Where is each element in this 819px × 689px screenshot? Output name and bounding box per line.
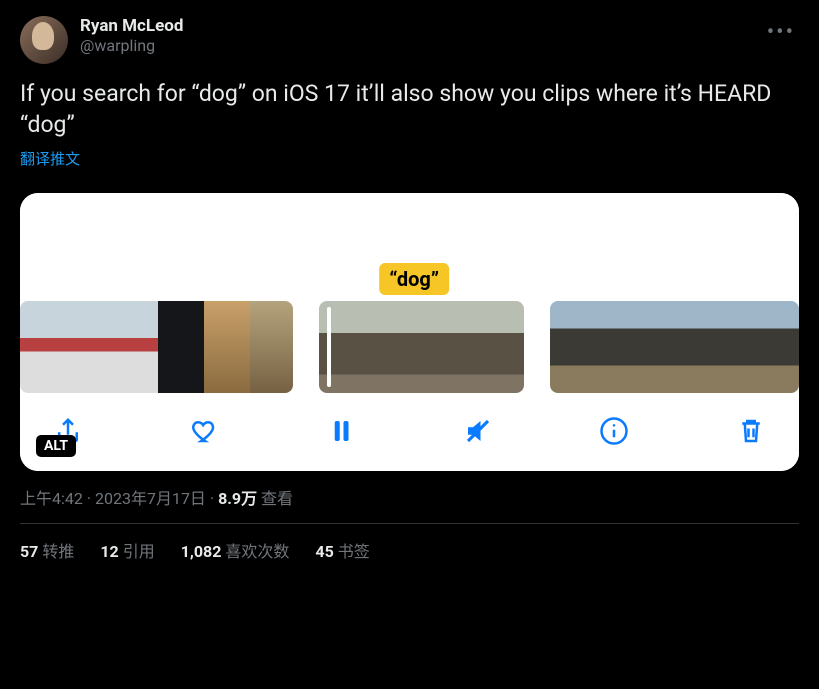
tweet-meta: 上午4:42 · 2023年7月17日 · 8.9万 查看 (20, 485, 799, 524)
retweets-stat[interactable]: 57转推 (20, 538, 74, 562)
clip-group[interactable] (20, 301, 293, 393)
views-label: 查看 (257, 489, 293, 508)
clip-thumb (760, 301, 799, 393)
tweet-header: Ryan McLeod @warpling ••• (20, 16, 799, 64)
media-card[interactable]: “dog” (20, 193, 799, 471)
clip-group[interactable] (550, 301, 799, 393)
quotes-stat[interactable]: 12引用 (100, 538, 154, 562)
media-preview-top: “dog” (20, 193, 799, 301)
mute-icon[interactable] (460, 413, 496, 449)
clip-thumb (475, 301, 524, 393)
handle: @warpling (80, 36, 751, 55)
clip-thumb (718, 301, 760, 393)
tweet-date[interactable]: 2023年7月17日 (95, 489, 206, 508)
clip-thumb (592, 301, 634, 393)
media-toolbar (20, 393, 799, 471)
likes-stat[interactable]: 1,082喜欢次数 (181, 538, 290, 562)
display-name: Ryan McLeod (80, 16, 751, 36)
bookmarks-stat[interactable]: 45书签 (315, 538, 369, 562)
pause-icon[interactable] (323, 413, 359, 449)
clip-thumb (66, 301, 112, 393)
clip-thumb (112, 301, 158, 393)
clip-thumb (250, 301, 293, 393)
clip-group[interactable] (319, 301, 524, 393)
views-count: 8.9万 (218, 489, 257, 508)
tweet-stats: 57转推 12引用 1,082喜欢次数 45书签 (20, 524, 799, 562)
tweet-text: If you search for “dog” on iOS 17 it’ll … (20, 78, 799, 140)
clip-thumb (423, 301, 475, 393)
tweet-time[interactable]: 上午4:42 (20, 489, 83, 508)
clip-thumb (371, 301, 423, 393)
heart-icon[interactable] (187, 413, 223, 449)
clip-thumb (20, 301, 66, 393)
search-tag: “dog” (379, 263, 449, 295)
clip-thumb (550, 301, 592, 393)
info-icon[interactable] (596, 413, 632, 449)
author-block[interactable]: Ryan McLeod @warpling (80, 16, 751, 55)
clip-thumb (204, 301, 250, 393)
clip-thumb (158, 301, 204, 393)
filmstrip[interactable] (20, 301, 799, 393)
clip-thumb (319, 301, 371, 393)
translate-link[interactable]: 翻译推文 (20, 148, 80, 169)
clip-thumb (634, 301, 676, 393)
clip-thumb (676, 301, 718, 393)
trash-icon[interactable] (733, 413, 769, 449)
more-icon[interactable]: ••• (763, 16, 799, 49)
alt-badge[interactable]: ALT (36, 435, 76, 457)
tweet-container: Ryan McLeod @warpling ••• If you search … (0, 0, 819, 578)
avatar[interactable] (20, 16, 68, 64)
